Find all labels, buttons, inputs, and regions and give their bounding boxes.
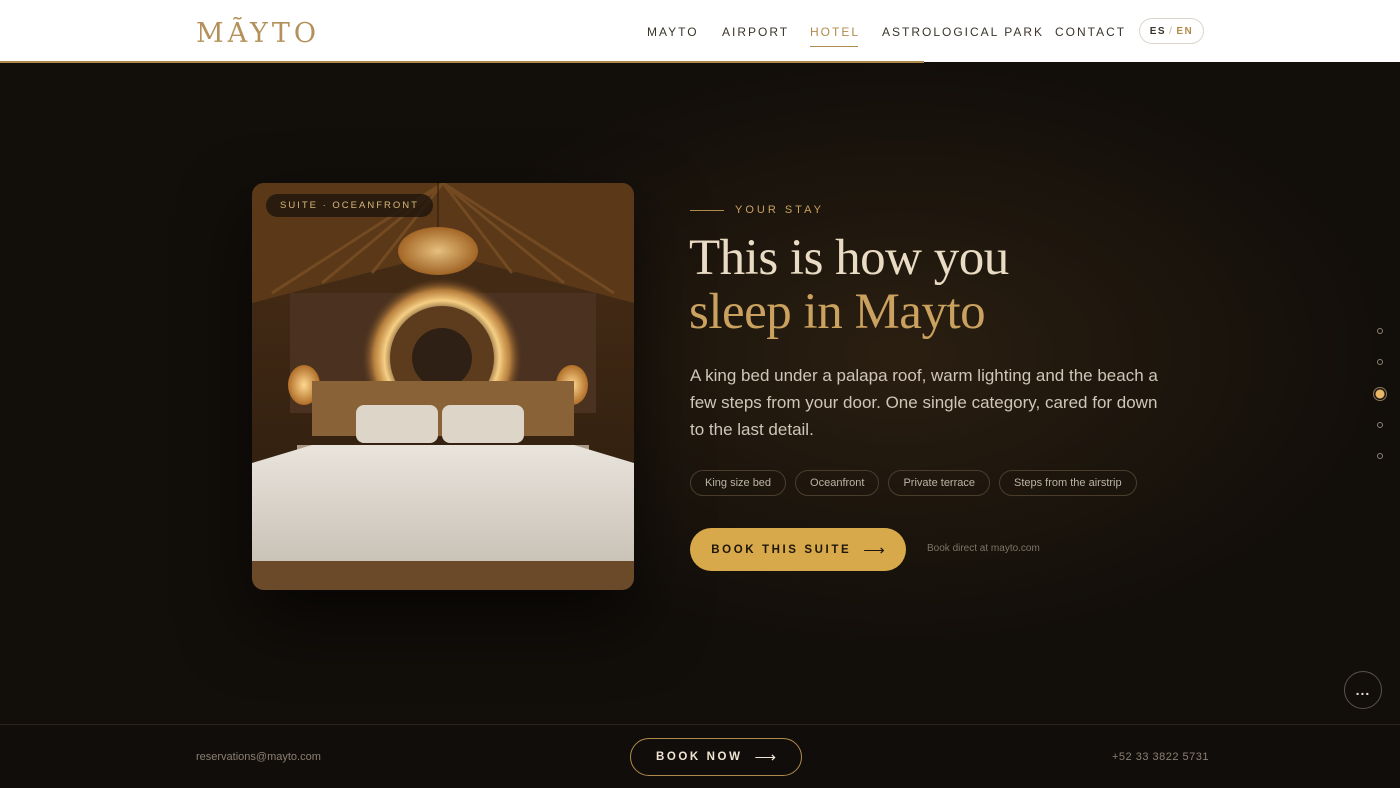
reservations-email-link[interactable]: reservations@mayto.com [196, 751, 321, 763]
hotel-hero-section: SUITE · OCEANFRONT YOUR STAY This is how… [0, 63, 1400, 724]
more-icon: ... [1355, 682, 1371, 698]
section-dot[interactable] [1377, 359, 1383, 365]
hero-title: This is how you sleep in Mayto [689, 231, 1249, 339]
hero-title-line-1: This is how you [689, 230, 1009, 286]
lang-es[interactable]: ES [1150, 26, 1166, 37]
section-eyebrow: YOUR STAY [690, 204, 824, 216]
eyebrow-divider [690, 209, 724, 211]
section-dot[interactable] [1377, 328, 1383, 334]
section-dot[interactable] [1377, 422, 1383, 428]
booking-footer: reservations@mayto.com BOOK NOW ⟶ +52 33… [0, 724, 1400, 788]
nav-item-mayto[interactable]: MAYTO [647, 25, 699, 39]
feature-tag: King size bed [690, 470, 787, 496]
eyebrow-label: YOUR STAY [735, 204, 824, 216]
hero-title-line-2: sleep in Mayto [689, 284, 986, 340]
nav-item-hotel[interactable]: HOTEL [810, 25, 860, 47]
site-header: MÃYTO MAYTO AIRPORT HOTEL ASTROLOGICAL P… [0, 0, 1400, 63]
room-category-badge: SUITE · OCEANFRONT [266, 194, 433, 217]
book-now-label: BOOK NOW [655, 751, 743, 763]
lang-en[interactable]: EN [1176, 26, 1193, 37]
feature-tag: Steps from the airstrip [999, 470, 1137, 496]
arrow-right-icon: ⟶ [863, 541, 885, 559]
book-this-suite-button[interactable]: BOOK THIS SUITE ⟶ [690, 528, 906, 571]
book-now-button[interactable]: BOOK NOW ⟶ [630, 738, 802, 776]
nav-item-airport[interactable]: AIRPORT [722, 25, 789, 39]
book-this-suite-label: BOOK THIS SUITE [711, 543, 852, 556]
section-dot-active[interactable] [1373, 387, 1387, 401]
hero-description: A king bed under a palapa roof, warm lig… [690, 366, 1158, 439]
section-pagination [1371, 324, 1389, 464]
phone-number-link[interactable]: +52 33 3822 5731 [1112, 751, 1209, 763]
lang-separator: / [1169, 25, 1174, 37]
suite-photo [252, 183, 634, 590]
more-options-button[interactable]: ... [1344, 671, 1382, 709]
bedroom-illustration [252, 183, 634, 590]
feature-tags: King size bed Oceanfront Private terrace… [690, 470, 1137, 496]
nav-item-contact[interactable]: CONTACT [1055, 25, 1126, 39]
section-dot[interactable] [1377, 453, 1383, 459]
language-switcher[interactable]: ES / EN [1139, 18, 1204, 44]
feature-tag: Private terrace [888, 470, 990, 496]
book-direct-note: Book direct at mayto.com [927, 543, 1040, 554]
arrow-right-icon: ⟶ [754, 749, 777, 766]
feature-tag: Oceanfront [795, 470, 880, 496]
nav-item-astrological-park[interactable]: ASTROLOGICAL PARK [882, 25, 1044, 39]
